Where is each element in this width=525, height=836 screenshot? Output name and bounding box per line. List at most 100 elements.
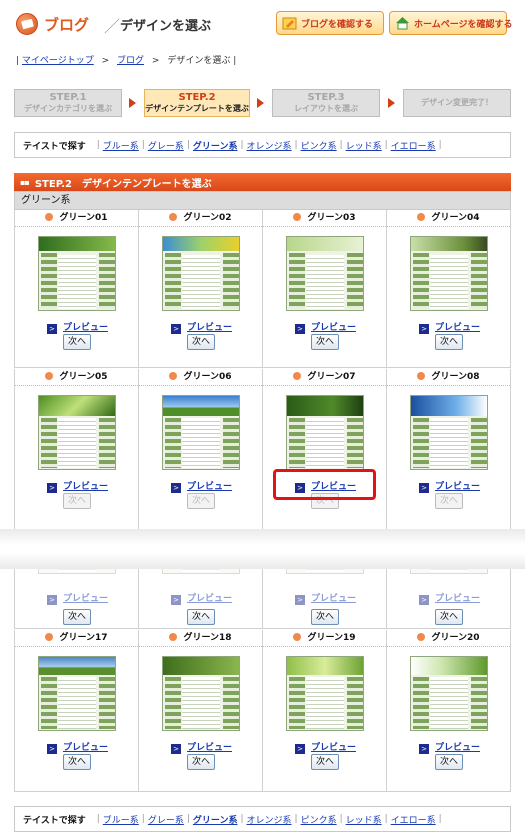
- next-button[interactable]: 次へ: [187, 334, 215, 350]
- template-thumbnail[interactable]: [162, 236, 240, 311]
- taste-orange-link[interactable]: オレンジ系: [247, 139, 292, 152]
- header: ブログ ／ デザインを選ぶ ブログを確認する ホームページを確認する: [0, 0, 525, 48]
- template-row-2: グリーン05 > プレビュー 次へ グリーン06 > プレビュー 次へ グリーン07…: [14, 369, 511, 529]
- taste-gray-link[interactable]: グレー系: [148, 813, 184, 826]
- template-thumbnail[interactable]: [38, 569, 116, 574]
- taste-green-link[interactable]: グリーン系: [193, 139, 238, 152]
- template-card: グリーン07 > プレビュー 次へ: [263, 369, 387, 529]
- template-thumbnail[interactable]: [162, 395, 240, 470]
- next-button[interactable]: 次へ: [187, 754, 215, 770]
- template-thumbnail[interactable]: [38, 656, 116, 731]
- bullet-icon: [417, 213, 426, 221]
- next-button[interactable]: 次へ: [63, 334, 91, 350]
- arrow-right-icon: >: [47, 744, 57, 754]
- step-arrow-icon: [388, 98, 395, 108]
- taste-red-link[interactable]: レッド系: [346, 139, 382, 152]
- pencil-icon: [282, 17, 297, 30]
- template-row-1: グリーン01 > プレビュー 次へ グリーン02 > プレビュー 次へ グリーン03…: [14, 210, 511, 368]
- taste-yellow-link[interactable]: イエロー系: [391, 139, 436, 152]
- preview-link[interactable]: プレビュー: [63, 594, 108, 604]
- preview-link[interactable]: プレビュー: [187, 743, 232, 753]
- preview-link[interactable]: プレビュー: [435, 594, 480, 604]
- taste-orange-link[interactable]: オレンジ系: [247, 813, 292, 826]
- taste-green-link[interactable]: グリーン系: [193, 813, 238, 826]
- template-card: グリーン19 > プレビュー 次へ: [263, 630, 387, 792]
- arrow-right-icon: >: [47, 483, 57, 493]
- bullet-icon: [169, 213, 178, 221]
- preview-link[interactable]: プレビュー: [311, 594, 356, 604]
- template-thumbnail[interactable]: [410, 236, 488, 311]
- preview-link[interactable]: プレビュー: [187, 323, 232, 333]
- breadcrumb-blog-link[interactable]: ブログ: [117, 56, 144, 66]
- step-arrow-icon: [257, 98, 264, 108]
- arrow-right-icon: >: [295, 595, 305, 605]
- taste-yellow-link[interactable]: イエロー系: [391, 813, 436, 826]
- taste-filter-top: テイストで探す | ブルー系 | グレー系 | グリーン系 | オレンジ系 | ピンク系 …: [14, 132, 511, 158]
- preview-link[interactable]: プレビュー: [63, 482, 108, 492]
- next-button[interactable]: 次へ: [435, 609, 463, 625]
- breadcrumb: | マイページトップ > ブログ > デザインを選ぶ |: [16, 56, 237, 66]
- template-card: > プレビュー 次へ: [387, 569, 510, 629]
- arrow-right-icon: >: [419, 483, 429, 493]
- preview-link[interactable]: プレビュー: [63, 743, 108, 753]
- next-button[interactable]: 次へ: [63, 609, 91, 625]
- step-3: STEP.3 レイアウトを選ぶ: [272, 89, 380, 117]
- template-thumbnail[interactable]: [286, 236, 364, 311]
- preview-link[interactable]: プレビュー: [435, 743, 480, 753]
- template-thumbnail[interactable]: [286, 569, 364, 574]
- next-button[interactable]: 次へ: [187, 609, 215, 625]
- brand-title: ブログ: [44, 16, 90, 34]
- template-row-partial: > プレビュー 次へ > プレビュー 次へ > プレビュー 次へ > プレビュー 次へ: [14, 569, 511, 629]
- title-divider: ／: [104, 17, 121, 36]
- taste-gray-link[interactable]: グレー系: [148, 139, 184, 152]
- taste-red-link[interactable]: レッド系: [346, 813, 382, 826]
- template-thumbnail[interactable]: [286, 395, 364, 470]
- blog-logo-icon: [16, 13, 38, 35]
- next-button[interactable]: 次へ: [311, 754, 339, 770]
- category-title: グリーン系: [14, 191, 511, 210]
- house-icon: [396, 17, 409, 30]
- taste-pink-link[interactable]: ピンク系: [301, 139, 337, 152]
- step-1: STEP.1 デザインカテゴリを選ぶ: [14, 89, 122, 117]
- taste-filter-bottom: テイストで探す | ブルー系 | グレー系 | グリーン系 | オレンジ系 | ピンク系 …: [14, 806, 511, 832]
- next-button[interactable]: 次へ: [311, 334, 339, 350]
- template-thumbnail[interactable]: [162, 656, 240, 731]
- arrow-right-icon: >: [419, 595, 429, 605]
- arrow-right-icon: >: [47, 324, 57, 334]
- template-thumbnail[interactable]: [38, 236, 116, 311]
- preview-link[interactable]: プレビュー: [311, 323, 356, 333]
- taste-blue-link[interactable]: ブルー系: [103, 139, 139, 152]
- arrow-right-icon: >: [171, 483, 181, 493]
- next-button[interactable]: 次へ: [187, 493, 215, 509]
- preview-link[interactable]: プレビュー: [311, 743, 356, 753]
- preview-link[interactable]: プレビュー: [435, 323, 480, 333]
- template-thumbnail[interactable]: [410, 656, 488, 731]
- step-arrow-icon: [129, 98, 136, 108]
- template-card: グリーン04 > プレビュー 次へ: [387, 210, 511, 368]
- template-thumbnail[interactable]: [162, 569, 240, 574]
- arrow-right-icon: >: [171, 324, 181, 334]
- next-button[interactable]: 次へ: [63, 493, 91, 509]
- preview-link[interactable]: プレビュー: [435, 482, 480, 492]
- next-button[interactable]: 次へ: [435, 493, 463, 509]
- taste-blue-link[interactable]: ブルー系: [103, 813, 139, 826]
- next-button[interactable]: 次へ: [311, 609, 339, 625]
- template-card: > プレビュー 次へ: [263, 569, 387, 629]
- template-thumbnail[interactable]: [410, 569, 488, 574]
- next-button[interactable]: 次へ: [63, 754, 91, 770]
- template-thumbnail[interactable]: [410, 395, 488, 470]
- preview-link[interactable]: プレビュー: [187, 594, 232, 604]
- taste-pink-link[interactable]: ピンク系: [301, 813, 337, 826]
- bullet-icon: [293, 213, 302, 221]
- next-button[interactable]: 次へ: [435, 754, 463, 770]
- next-button[interactable]: 次へ: [435, 334, 463, 350]
- confirm-home-button[interactable]: ホームページを確認する: [389, 11, 513, 35]
- template-card: グリーン06 > プレビュー 次へ: [139, 369, 263, 529]
- template-thumbnail[interactable]: [38, 395, 116, 470]
- template-thumbnail[interactable]: [286, 656, 364, 731]
- preview-link[interactable]: プレビュー: [63, 323, 108, 333]
- bullet-icon: [45, 213, 54, 221]
- confirm-blog-button[interactable]: ブログを確認する: [276, 11, 384, 35]
- preview-link[interactable]: プレビュー: [187, 482, 232, 492]
- breadcrumb-mypage-link[interactable]: マイページトップ: [22, 56, 94, 66]
